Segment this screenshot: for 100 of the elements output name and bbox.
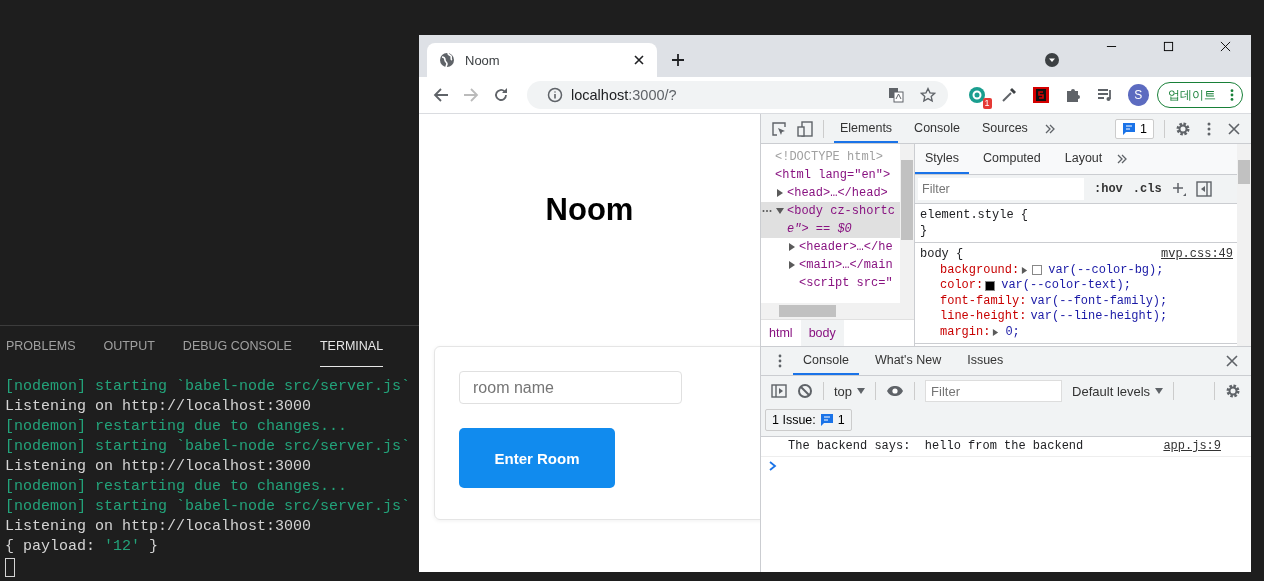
address-bar[interactable]: localhost:3000/? — [527, 81, 948, 109]
add-icon[interactable] — [1171, 182, 1186, 196]
device-icon[interactable] — [797, 120, 813, 137]
sidebar-icon[interactable] — [771, 383, 787, 399]
css-value: var(--line-height); — [1030, 309, 1168, 325]
translate-icon[interactable] — [887, 87, 904, 103]
close-icon[interactable] — [1220, 41, 1231, 52]
levels-dropdown[interactable]: Default levels — [1072, 383, 1164, 399]
page-heading: Noom — [544, 192, 635, 228]
css-value: var(--color-text); — [1001, 278, 1131, 294]
star-icon[interactable] — [919, 87, 936, 103]
css-property: background: — [940, 262, 1020, 278]
terminal-line: Listening on http://localhost:3000 — [5, 517, 313, 537]
dom-node[interactable]: <body cz-shortc e"> == $0 — [761, 202, 900, 238]
expand-arrow-icon[interactable] — [992, 328, 1000, 336]
more-tabs-icon[interactable] — [1043, 122, 1056, 135]
globe-icon — [439, 52, 455, 68]
expand-arrow-icon[interactable] — [776, 189, 784, 197]
expand-arrow-icon[interactable] — [788, 261, 796, 269]
dom-node[interactable]: <header>…</he — [761, 238, 900, 256]
devtools-tab[interactable]: Elements — [834, 114, 899, 143]
message-icon — [819, 413, 834, 427]
issues-button[interactable]: 1 — [1115, 118, 1154, 139]
styles-tab[interactable]: Computed — [973, 144, 1051, 174]
dom-node[interactable]: <main>…</main — [761, 256, 900, 274]
source-link[interactable]: app.js:9 — [1163, 437, 1221, 456]
expand-arrow-icon[interactable] — [1021, 266, 1029, 274]
expand-arrow-icon[interactable] — [788, 243, 796, 251]
url-text: localhost:3000/? — [571, 87, 677, 103]
breadcrumb[interactable]: html — [761, 320, 801, 346]
menu-icon — [1230, 88, 1234, 102]
terminal-line: { payload: '12' } — [5, 537, 160, 557]
input-field[interactable]: room name — [459, 371, 682, 404]
ellipsis-icon — [762, 209, 772, 213]
panel-tab[interactable]: OUTPUT — [103, 326, 155, 367]
panel-tab[interactable]: PROBLEMS — [6, 326, 76, 367]
cursor-icon — [5, 558, 15, 577]
new-tab-icon[interactable] — [671, 53, 685, 67]
caret-icon — [1155, 388, 1164, 394]
cls-button[interactable]: .cls — [1132, 182, 1162, 196]
terminal-line: [nodemon] starting `babel-node src/server.js` — [5, 437, 412, 457]
console-message: The backend says: hello from the backend — [788, 438, 1084, 455]
scrollbar[interactable] — [900, 144, 914, 303]
css-value: var(--font-family); — [1030, 293, 1168, 309]
inspect-icon[interactable] — [771, 120, 787, 137]
filter-field[interactable]: Filter — [925, 380, 1063, 402]
dom-node[interactable]: <script src=" — [761, 274, 900, 292]
drawer-tab[interactable]: What's New — [864, 347, 952, 375]
browser-tab[interactable]: Noom — [427, 43, 657, 77]
panel-tab[interactable]: DEBUG CONSOLE — [182, 326, 292, 367]
breadcrumb[interactable]: body — [800, 320, 844, 346]
devtools-tab[interactable]: Console — [908, 114, 966, 143]
dom-node[interactable]: <html lang="en"> — [761, 166, 900, 184]
css-property: font-family: — [940, 293, 1027, 309]
css-selector: body { — [920, 247, 964, 263]
css-value: var(--color-bg); — [1048, 262, 1164, 278]
terminal-line: Listening on http://localhost:3000 — [5, 397, 313, 417]
back-icon[interactable] — [433, 87, 449, 103]
dropdown-icon[interactable] — [1044, 52, 1060, 68]
css-property: color: — [940, 278, 984, 294]
source-link[interactable]: mvp.css:49 — [1161, 247, 1233, 263]
dom-node[interactable]: <head>…</head> — [761, 184, 900, 202]
more-tabs-icon[interactable] — [1116, 153, 1129, 165]
sidebar-toggle-icon[interactable] — [1195, 181, 1212, 197]
close-icon[interactable] — [633, 54, 645, 66]
settings-icon[interactable] — [1225, 383, 1241, 399]
context-dropdown[interactable]: top — [834, 383, 866, 399]
prompt-icon[interactable] — [769, 461, 777, 471]
enter-button[interactable]: Enter Room — [459, 428, 615, 488]
drawer-tab[interactable]: Issues — [957, 347, 1014, 375]
profile-avatar[interactable]: S — [1127, 84, 1149, 106]
terminal-line: [nodemon] restarting due to changes... — [5, 477, 349, 497]
css-property: margin: — [940, 324, 991, 340]
terminal-line: [nodemon] starting `babel-node src/server.js` — [5, 497, 412, 517]
playlist-icon[interactable] — [1095, 86, 1114, 104]
scrollbar[interactable] — [761, 303, 914, 319]
devtools-tab[interactable]: Sources — [976, 114, 1034, 143]
terminal-line: [nodemon] starting `babel-node src/server.js` — [5, 377, 412, 397]
extension-icon[interactable] — [1031, 86, 1050, 104]
hov-button[interactable]: :hov — [1094, 182, 1123, 196]
notification-badge: 1 — [982, 98, 992, 109]
reload-icon[interactable] — [493, 87, 509, 103]
css-brace: } — [920, 223, 929, 239]
info-icon — [547, 87, 563, 103]
terminal-line: [nodemon] restarting due to changes... — [5, 417, 349, 437]
color-swatch[interactable] — [1032, 265, 1043, 276]
css-value: 0; — [1005, 324, 1020, 340]
tab-title: Noom — [465, 52, 501, 68]
panel-tab[interactable]: TERMINAL — [319, 326, 384, 367]
filter-field[interactable]: Filter — [918, 178, 1084, 200]
css-selector: element.style { — [920, 208, 1029, 224]
maximize-icon[interactable] — [1163, 41, 1174, 52]
collapse-arrow-icon[interactable] — [776, 207, 784, 215]
clear-icon[interactable] — [797, 383, 813, 399]
settings-icon[interactable] — [1175, 120, 1191, 137]
color-swatch[interactable] — [985, 280, 996, 291]
update-button[interactable]: 업데이트 — [1157, 82, 1243, 108]
issues-button[interactable]: 1 Issue: 1 — [765, 409, 852, 431]
styles-tab[interactable]: Layout — [1054, 144, 1113, 174]
scrollbar[interactable] — [1237, 144, 1251, 346]
